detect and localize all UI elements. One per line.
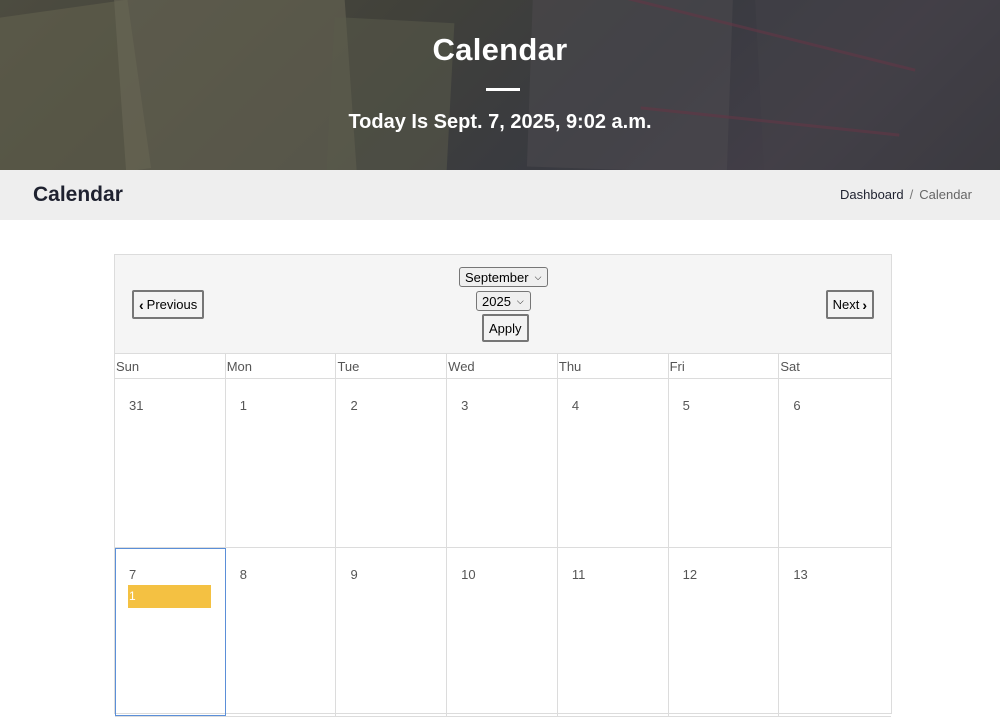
day-number: 12	[682, 567, 698, 582]
calendar-day-cell[interactable]: 12	[669, 548, 780, 716]
calendar-day-cell[interactable]: 9	[336, 548, 448, 716]
next-month-button[interactable]: Next ›	[825, 290, 874, 319]
day-number: 11	[571, 567, 586, 582]
breadcrumb-separator: /	[909, 187, 914, 202]
day-number: 4	[571, 398, 580, 413]
page-title: Calendar	[33, 183, 123, 206]
calendar-day-cell[interactable]: 5	[669, 379, 780, 547]
calendar-day-cell[interactable]: 10	[447, 548, 558, 716]
month-select[interactable]: September ⌵	[459, 267, 549, 287]
chevron-left-icon: ‹	[139, 296, 144, 313]
calendar-week-row: 7 1 8 9 10 11 12 13	[115, 548, 891, 717]
previous-month-button[interactable]: ‹ Previous	[132, 290, 205, 319]
weekday-label: Thu	[558, 354, 669, 378]
day-number: 5	[682, 398, 690, 413]
page-header-bar: Calendar Dashboard / Calendar	[0, 170, 1000, 220]
hero-overlay	[0, 0, 1000, 170]
calendar-day-cell[interactable]: 8	[226, 548, 337, 716]
weekday-label: Sun	[115, 354, 226, 378]
breadcrumb: Dashboard / Calendar	[840, 187, 972, 202]
weekday-label: Tue	[336, 354, 448, 378]
hero-subtitle: Today Is Sept. 7, 2025, 9:02 a.m.	[348, 111, 652, 133]
calendar-event[interactable]: 1	[128, 585, 211, 608]
day-number: 31	[129, 398, 144, 413]
hero-divider	[486, 88, 520, 91]
day-number: 13	[793, 567, 808, 582]
chevron-down-icon: ⌵	[534, 271, 542, 282]
calendar-day-cell[interactable]: 4	[558, 379, 669, 547]
next-button-label: Next	[832, 297, 860, 312]
calendar-toolbar: ‹ Previous September ⌵ 2025 ⌵ Apply Next…	[115, 255, 891, 354]
day-number: 10	[461, 567, 476, 582]
chevron-down-icon: ⌵	[516, 295, 524, 306]
day-number: 2	[350, 398, 358, 413]
weekday-label: Wed	[447, 354, 558, 378]
calendar-day-cell[interactable]: 1	[226, 379, 337, 547]
day-number: 3	[461, 398, 469, 413]
calendar-day-cell-today[interactable]: 7 1	[115, 548, 226, 716]
day-number: 7	[129, 567, 137, 582]
calendar-day-cell[interactable]: 11	[558, 548, 669, 716]
hero-title: Calendar	[432, 32, 568, 67]
apply-button[interactable]: Apply	[482, 314, 529, 342]
weekday-header-row: Sun Mon Tue Wed Thu Fri Sat	[115, 354, 891, 379]
year-select-value: 2025	[482, 293, 511, 309]
weekday-label: Fri	[669, 354, 780, 378]
calendar-day-cell[interactable]: 13	[779, 548, 891, 716]
calendar: ‹ Previous September ⌵ 2025 ⌵ Apply Next…	[114, 254, 892, 717]
day-number: 1	[239, 398, 247, 413]
previous-button-label: Previous	[146, 297, 198, 312]
weekday-label: Mon	[226, 354, 337, 378]
day-number: 9	[350, 567, 358, 582]
weekday-label: Sat	[780, 359, 800, 374]
day-number: 8	[239, 567, 247, 582]
chevron-right-icon: ›	[862, 296, 867, 313]
hero-banner: Calendar Today Is Sept. 7, 2025, 9:02 a.…	[0, 0, 1000, 170]
year-select[interactable]: 2025 ⌵	[476, 291, 531, 311]
calendar-day-cell[interactable]: 31	[115, 379, 226, 547]
day-number: 6	[793, 398, 801, 413]
calendar-day-cell[interactable]: 2	[336, 379, 448, 547]
calendar-week-row: 31 1 2 3 4 5 6	[115, 379, 891, 548]
month-select-value: September	[465, 269, 529, 285]
breadcrumb-link-dashboard[interactable]: Dashboard	[840, 187, 904, 202]
breadcrumb-current: Calendar	[919, 187, 972, 202]
calendar-day-cell[interactable]: 3	[447, 379, 558, 547]
calendar-day-cell[interactable]: 6	[779, 379, 891, 547]
